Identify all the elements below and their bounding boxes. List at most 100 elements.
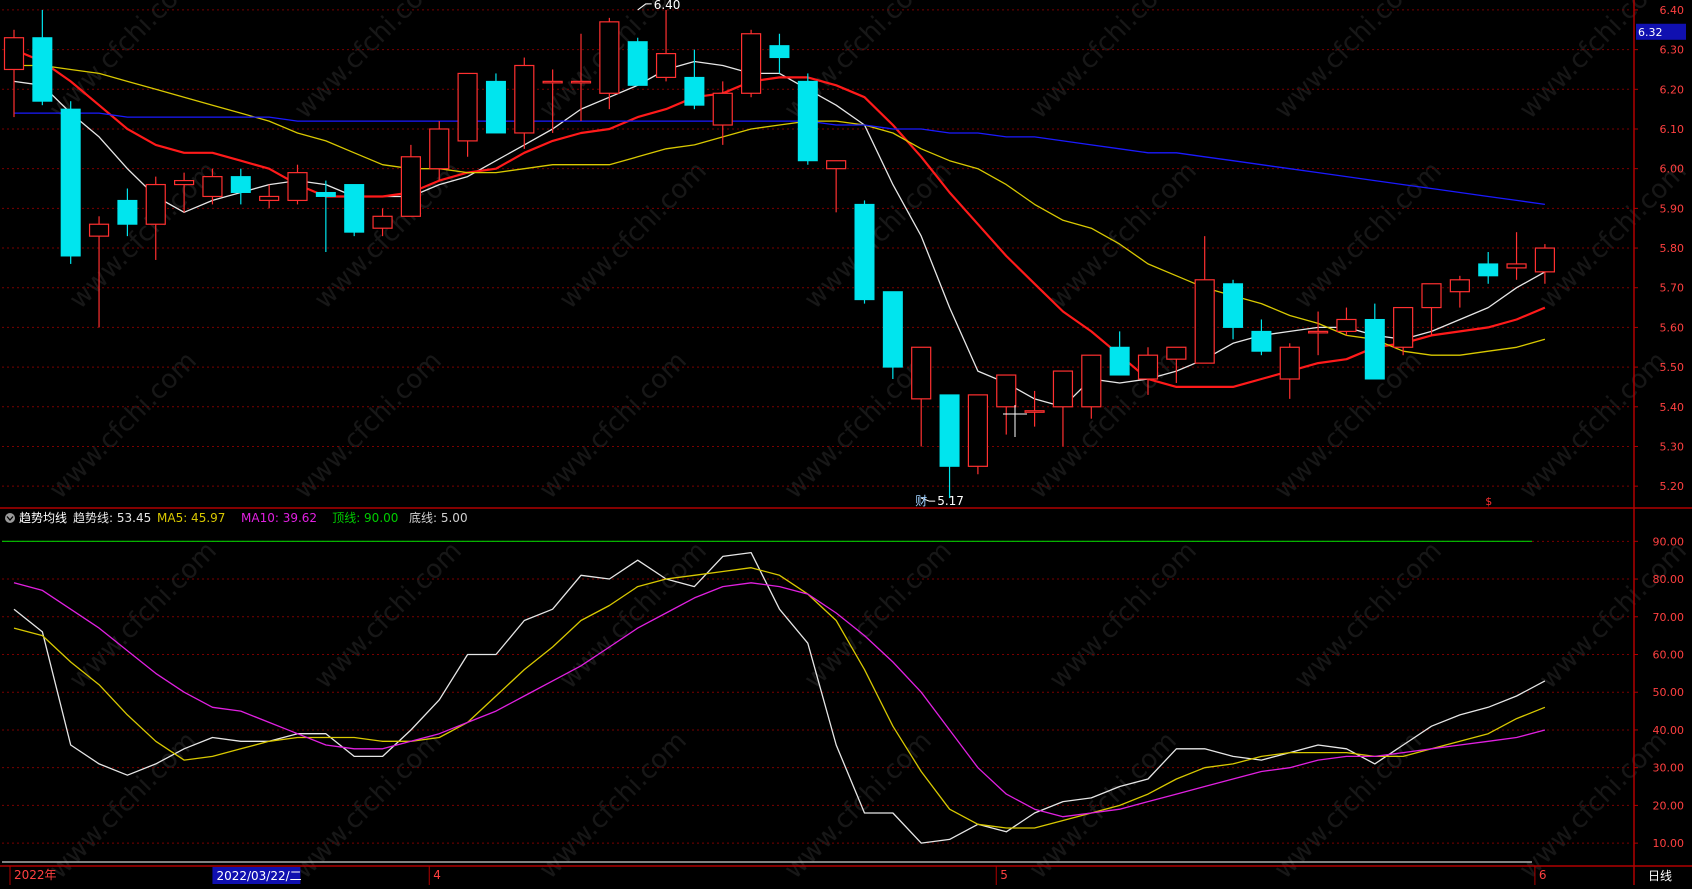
candle-body-up (1449, 279, 1470, 293)
candlestick[interactable] (1251, 319, 1272, 356)
indicator-axis-tick-label: 70.00 (1653, 611, 1685, 624)
candlestick[interactable] (1449, 275, 1470, 308)
cursor-date-label: 2022/03/22/二 (216, 869, 301, 883)
watermark-text: www.cfchi.com (554, 536, 713, 695)
candle-body-down (769, 45, 790, 59)
candlestick[interactable] (967, 394, 989, 475)
stock-chart-window[interactable]: www.cfchi.com www.cfchi.com www.cfchi.com w… (0, 0, 1692, 885)
stock-chart[interactable]: www.cfchi.com www.cfchi.com www.cfchi.com w… (0, 0, 1692, 885)
candlestick[interactable] (1478, 252, 1499, 284)
candle-body-up (3, 37, 25, 71)
watermark-text: www.cfchi.com (1269, 0, 1428, 125)
candle-body-down (939, 394, 960, 467)
candlestick[interactable] (797, 73, 818, 165)
candlestick[interactable] (939, 394, 960, 499)
dividend-event-marker[interactable]: $ (1485, 495, 1492, 508)
date-axis-label: 4 (433, 868, 441, 882)
legend-item: MA5: 45.97 (157, 511, 225, 525)
candlestick[interactable] (769, 33, 790, 74)
candlestick[interactable] (1364, 303, 1385, 380)
candlestick[interactable] (826, 160, 847, 213)
candlestick[interactable] (911, 346, 932, 447)
period-label[interactable]: 日线 (1648, 869, 1672, 883)
candlestick[interactable] (514, 57, 535, 149)
candlestick[interactable] (1279, 343, 1300, 399)
candlestick[interactable] (599, 17, 620, 110)
candlestick[interactable] (882, 291, 903, 380)
candlestick[interactable] (1336, 307, 1357, 336)
candlestick[interactable] (400, 144, 421, 217)
candle-body-up (599, 21, 620, 94)
candle-body-up (145, 183, 166, 225)
candlestick[interactable] (60, 101, 81, 264)
date-axis-label: 5 (1000, 868, 1008, 882)
candle-body-down (315, 191, 336, 197)
candlestick[interactable] (344, 184, 365, 237)
watermark-text: www.cfchi.com (1514, 0, 1673, 125)
candlestick[interactable] (1506, 232, 1527, 280)
watermark-text: www.cfchi.com (1289, 536, 1448, 695)
candlestick[interactable] (1307, 311, 1329, 356)
price-axis-tick-label: 5.30 (1660, 440, 1685, 453)
price-axis-tick-label: 5.70 (1660, 282, 1685, 295)
candlestick[interactable] (655, 9, 677, 82)
date-axis-label: 6 (1539, 868, 1547, 882)
candlestick[interactable] (230, 168, 251, 205)
candlestick[interactable] (1194, 236, 1215, 364)
candlestick[interactable] (1223, 279, 1244, 340)
watermark-text: www.cfchi.com (44, 346, 203, 505)
candle-body-down (60, 108, 81, 257)
trend_ma10-line (13, 582, 1546, 818)
finance-event-marker[interactable]: 财 (915, 494, 927, 508)
indicator-axis-tick-label: 40.00 (1653, 724, 1685, 737)
date-axis-label: 2022年 (14, 868, 57, 882)
candlestick[interactable] (1024, 390, 1045, 427)
candle-body-up (400, 156, 421, 217)
candle-body-up (1393, 306, 1414, 348)
date-axis: 2022年 4 5 6 2022/03/22/二 日线 (9, 865, 1692, 885)
price-axis-tick-label: 5.90 (1660, 202, 1685, 215)
candle-body-down (230, 176, 251, 193)
candle-body-up (1534, 247, 1556, 273)
candlestick[interactable] (627, 37, 648, 86)
candle-body-up (1279, 346, 1300, 380)
candlestick[interactable] (1109, 331, 1130, 376)
candle-body-up (514, 64, 535, 134)
candle-body-up (1052, 370, 1074, 408)
candle-body-up (1194, 279, 1215, 364)
candle-body-down (627, 41, 648, 86)
candlestick[interactable] (32, 9, 53, 106)
candle-body-down (797, 80, 818, 162)
candle-body-up (202, 176, 223, 198)
candle-body-down (882, 291, 903, 368)
candlestick[interactable] (3, 29, 25, 118)
indicator-axis-tick-label: 50.00 (1653, 686, 1685, 699)
candlestick[interactable] (740, 29, 762, 98)
candlestick[interactable] (1052, 370, 1074, 447)
candle-body-up (174, 179, 195, 186)
legend-item: MA10: 39.62 (241, 511, 317, 525)
candle-body-up (429, 128, 450, 170)
legend-item: 底线: 5.00 (409, 510, 468, 525)
watermark-text: www.cfchi.com (64, 536, 223, 695)
candlestick[interactable] (684, 49, 705, 110)
candlestick[interactable] (315, 180, 336, 253)
price-axis-tick-label: 6.30 (1660, 44, 1685, 57)
candle-body-up (287, 172, 308, 202)
price-axis-tick-label: 6.20 (1660, 83, 1685, 96)
candlestick[interactable] (854, 200, 875, 304)
candlestick[interactable] (287, 164, 308, 205)
price-axis-tick-label: 6.10 (1660, 123, 1685, 136)
candle-body-down (684, 76, 705, 106)
candlestick[interactable] (259, 184, 280, 209)
legend-item: 趋势线: 53.45 (73, 511, 151, 525)
candle-body-up (1024, 410, 1045, 413)
indicator-axis-tick-label: 10.00 (1653, 837, 1685, 850)
candlestick[interactable] (485, 73, 506, 134)
indicator-menu-icon[interactable] (5, 513, 15, 523)
legend-item: 顶线: 90.00 (332, 511, 398, 525)
candlestick[interactable] (457, 72, 478, 157)
trend_ma5-line (13, 567, 1546, 829)
candlestick[interactable] (996, 374, 1017, 435)
watermark-text: www.cfchi.com (1024, 0, 1183, 125)
